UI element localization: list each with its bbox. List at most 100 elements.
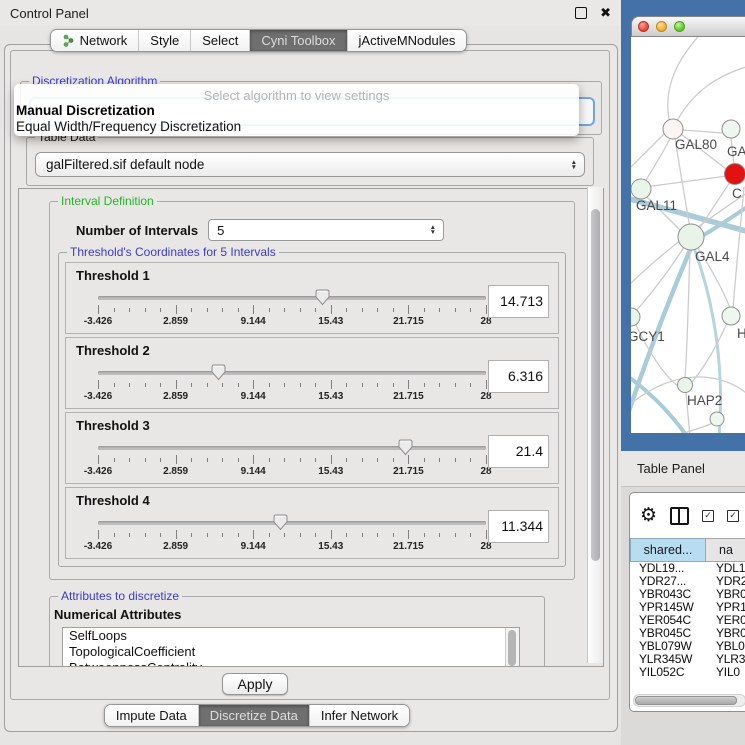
slider-thumb[interactable] — [211, 364, 226, 381]
network-node[interactable] — [631, 179, 651, 199]
network-edge — [685, 250, 690, 378]
table-toolbar: ⚙ ✓ ✓ — [630, 493, 745, 538]
settings-scrollbar-thumb[interactable] — [591, 209, 600, 561]
table-row[interactable]: YER054CYER0 — [630, 614, 745, 627]
tab-jactivemnodules[interactable]: jActiveMNodules — [347, 30, 467, 51]
network-node[interactable] — [663, 119, 683, 139]
threshold-label: Threshold 3 — [76, 418, 150, 433]
traffic-light-minimize-icon[interactable] — [656, 21, 667, 32]
network-edge — [668, 37, 703, 127]
table-row[interactable]: YDR27...YDR2 — [630, 575, 745, 588]
table-body: YDL19...YDL1YDR27...YDR2YBR043CYBR0YPR14… — [630, 562, 745, 682]
threshold-label: Threshold 2 — [76, 343, 150, 358]
list-item[interactable]: BetweennessCentrality — [63, 660, 519, 667]
network-canvas[interactable]: GAL80GACGAL11GAL4GCY1HHAP2 — [631, 37, 745, 433]
traffic-light-zoom-icon[interactable] — [674, 21, 685, 32]
checkbox-checked-icon[interactable]: ✓ — [702, 510, 714, 522]
algorithm-popup: Select algorithm to view settings Manual… — [14, 84, 579, 136]
algorithm-option-manual[interactable]: Manual Discretization — [16, 103, 155, 118]
table-data-group: Table Data galFiltered.sif default node … — [26, 137, 594, 186]
network-node-label: C — [732, 186, 742, 201]
network-node-label: GCY1 — [631, 329, 665, 344]
algorithm-popup-prompt: Select algorithm to view settings — [14, 88, 579, 103]
table-hscrollbar-thumb[interactable] — [635, 696, 737, 705]
apply-button[interactable]: Apply — [222, 673, 287, 695]
threshold-value-field[interactable]: 11.344 — [488, 510, 549, 543]
tab-network[interactable]: Network — [51, 30, 139, 51]
number-of-intervals-spinner[interactable]: 5 ▲▼ — [208, 219, 444, 241]
threshold-slider[interactable]: -3.4262.8599.14415.4321.71528 — [98, 289, 486, 331]
number-of-intervals-row: Number of Intervals 5 ▲▼ — [76, 219, 574, 241]
split-columns-icon[interactable] — [670, 507, 689, 525]
network-node-label: GAL4 — [695, 249, 730, 264]
window-close-icon[interactable]: ✖ — [600, 8, 611, 18]
table-row[interactable]: YBR043CYBR0 — [630, 588, 745, 601]
slider-thumb[interactable] — [398, 439, 413, 456]
tab-style[interactable]: Style — [138, 30, 190, 51]
threshold-slider[interactable]: -3.4262.8599.14415.4321.71528 — [98, 514, 486, 556]
threshold-panel-2: Threshold 2 -3.4262.8599.14415.4321.71528… — [65, 337, 559, 409]
tab-discretize-data[interactable]: Discretize Data — [198, 705, 309, 726]
network-window-titlebar[interactable] — [631, 16, 745, 37]
threshold-panel-1: Threshold 1 -3.4262.8599.14415.4321.71528… — [65, 262, 559, 334]
network-edge — [631, 133, 665, 175]
settings-vertical-scrollbar[interactable] — [587, 187, 603, 663]
traffic-light-close-icon[interactable] — [638, 21, 649, 32]
threshold-value-field[interactable]: 6.316 — [488, 360, 549, 393]
threshold-label: Threshold 1 — [76, 268, 150, 283]
tab-infer-network[interactable]: Infer Network — [309, 705, 409, 726]
network-node[interactable] — [722, 307, 740, 325]
tab-cyni-toolbox[interactable]: Cyni Toolbox — [249, 30, 346, 51]
numerical-attributes-list[interactable]: SelfLoopsTopologicalCoefficientBetweenne… — [62, 627, 520, 667]
network-node[interactable] — [678, 378, 693, 393]
number-of-intervals-label: Number of Intervals — [76, 223, 198, 238]
control-panel-tabs: NetworkStyleSelectCyni ToolboxjActiveMNo… — [0, 29, 621, 52]
threshold-value-field[interactable]: 21.4 — [488, 435, 549, 468]
table-header-row: shared... na — [630, 538, 745, 562]
table-row[interactable]: YPR145WYPR1 — [630, 601, 745, 614]
table-row[interactable]: YDL19...YDL1 — [630, 562, 745, 575]
network-node[interactable] — [722, 120, 740, 138]
list-item[interactable]: TopologicalCoefficient — [63, 644, 519, 660]
column-header-name[interactable]: na — [706, 538, 745, 562]
slider-thumb[interactable] — [315, 289, 330, 306]
threshold-slider[interactable]: -3.4262.8599.14415.4321.71528 — [98, 439, 486, 481]
tab-impute-data[interactable]: Impute Data — [105, 705, 198, 726]
cyni-toolbox-panel: Discretization Algorithm Table Data galF… — [10, 50, 610, 700]
gear-icon[interactable]: ⚙ — [640, 506, 657, 525]
threshold-value-field[interactable]: 14.713 — [488, 285, 549, 318]
list-scrollbar-thumb[interactable] — [508, 630, 516, 666]
network-node-label: GAL80 — [675, 137, 717, 152]
table-data-combobox[interactable]: galFiltered.sif default node ▲▼ — [35, 152, 585, 177]
table-row[interactable]: YBL079WYBL0 — [630, 640, 745, 653]
numerical-attributes-label: Numerical Attributes — [54, 607, 544, 622]
checkbox-checked-icon[interactable]: ✓ — [727, 510, 739, 522]
table-horizontal-scrollbar[interactable] — [633, 694, 745, 707]
network-node-label: H — [737, 326, 745, 341]
spinner-arrows-icon[interactable]: ▲▼ — [430, 225, 436, 235]
network-node[interactable] — [631, 308, 640, 326]
network-node[interactable] — [678, 224, 704, 250]
threshold-panel-4: Threshold 4 -3.4262.8599.14415.4321.71528… — [65, 487, 559, 559]
table-panel-header: Table Panel — [621, 451, 745, 487]
threshold-label: Threshold 4 — [76, 493, 150, 508]
combo-arrows-icon: ▲▼ — [571, 160, 577, 170]
network-node[interactable] — [725, 164, 745, 185]
table-row[interactable]: YBR045CYBR0 — [630, 627, 745, 640]
table-row[interactable]: YIL052CYIL0 — [630, 666, 745, 679]
slider-thumb[interactable] — [273, 514, 288, 531]
network-node[interactable] — [710, 412, 724, 426]
control-panel: Control Panel ✖ Discretization Algorithm… — [0, 0, 621, 745]
table-panel-dock: Table Panel ⚙ ✓ ✓ shared... na YDL19...Y… — [621, 451, 745, 745]
network-node-label: GA — [727, 144, 745, 159]
network-edge — [645, 176, 727, 187]
list-scrollbar[interactable] — [505, 628, 519, 667]
window-restore-icon[interactable] — [575, 7, 587, 19]
tab-select[interactable]: Select — [190, 30, 249, 51]
list-item[interactable]: SelfLoops — [63, 628, 519, 644]
threshold-slider[interactable]: -3.4262.8599.14415.4321.71528 — [98, 364, 486, 406]
table-row[interactable]: YLR345WYLR3 — [630, 653, 745, 666]
column-header-shared[interactable]: shared... — [630, 538, 706, 562]
algorithm-option-equal-width[interactable]: Equal Width/Frequency Discretization — [16, 119, 241, 134]
slider-track — [98, 446, 486, 450]
